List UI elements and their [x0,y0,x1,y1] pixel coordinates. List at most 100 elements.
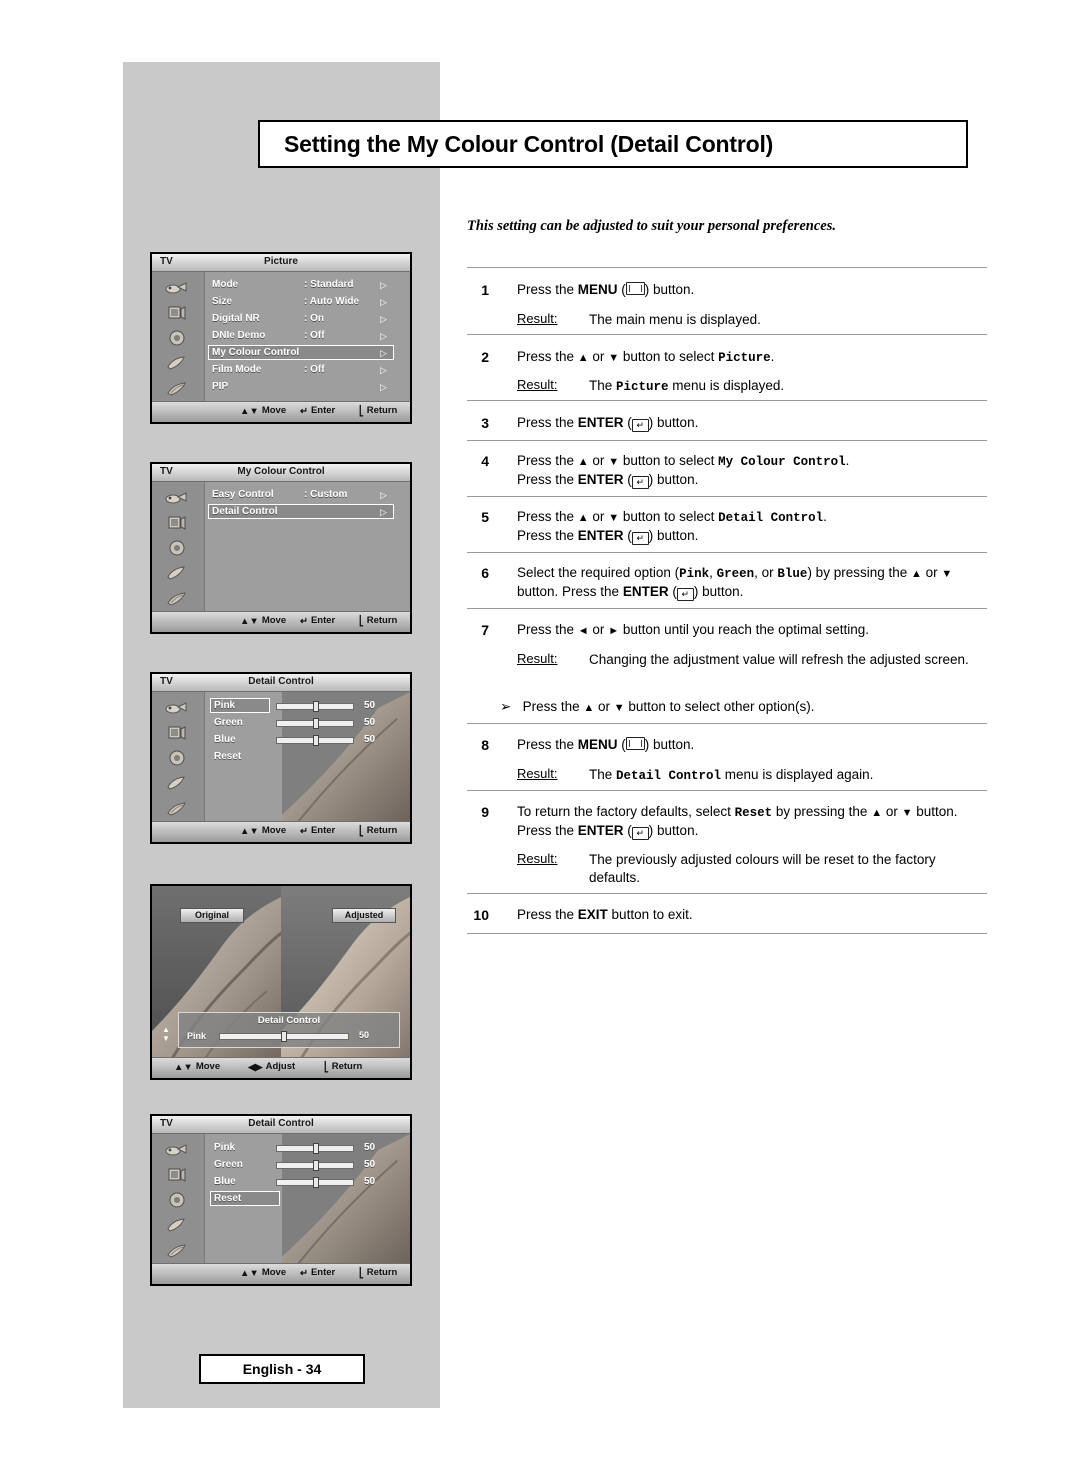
sound-icon[interactable] [164,303,192,325]
step-divider [467,552,987,553]
picture-icon[interactable] [164,278,192,300]
osd-row-label[interactable]: Easy Control [212,489,274,500]
enter-icon: ↵ [300,616,308,627]
photo-osd-title: Detail Control [257,1015,321,1026]
photo-slider-value: 50 [359,1030,370,1040]
picture-icon[interactable] [164,698,192,720]
channel-icon[interactable] [164,538,192,560]
osd-slider-track[interactable] [276,718,354,729]
input-icon[interactable] [164,588,192,610]
osd-footer-enter-label: Enter [310,825,336,836]
input-icon[interactable] [164,798,192,820]
sound-icon[interactable] [164,1165,192,1187]
move-icon: ▲▼ [174,1062,193,1073]
osd-slider-label[interactable]: Green [214,717,243,728]
osd-slider-label[interactable]: Pink [214,700,235,711]
step-number: 1 [481,282,489,298]
osd-row-label[interactable]: Digital NR [212,313,260,324]
osd-slider-label[interactable]: Pink [214,1142,235,1153]
step-result-label: Result: [517,766,558,781]
return-icon: ⎣ [359,1268,364,1279]
step-number: 8 [481,737,489,753]
osd-panel-0: TV Picture Mode : Standard ▷ Size : Auto Wide ▷… [150,252,412,424]
osd-title: Picture [264,256,298,267]
input-icon[interactable] [164,378,192,400]
picture-icon[interactable] [164,488,192,510]
osd-footer-enter-label: Enter [310,1267,336,1278]
osd-footer-move: ▲▼ Move [240,1267,286,1279]
before-after-panel: Original Adjusted Detail Control Pink 50… [150,884,412,1080]
step-text: Press the MENU () button. [517,282,695,297]
osd-icon-column [152,1134,205,1264]
osd-row-label[interactable]: Mode [212,279,238,290]
osd-row-value: : Auto Wide [304,296,360,307]
osd-slider-track[interactable] [276,1143,354,1154]
osd-slider-track[interactable] [276,701,354,712]
osd-row-label[interactable]: Detail Control [212,506,278,517]
manual-page: Setting the My Colour Control (Detail Co… [0,0,1080,1473]
osd-row-arrow-icon: ▷ [380,348,387,358]
osd-row-arrow-icon: ▷ [380,331,387,341]
picture-icon[interactable] [164,1140,192,1162]
osd-row-label[interactable]: Film Mode [212,364,261,375]
osd-slider-label[interactable]: Blue [214,1176,236,1187]
enter-icon: ↵ [300,826,308,837]
setup-icon[interactable] [164,1215,192,1237]
step-result-text: The Detail Control menu is displayed aga… [589,767,874,783]
osd-reset-label[interactable]: Reset [214,751,241,762]
osd-icon-column [152,272,205,402]
setup-icon[interactable] [164,563,192,585]
osd-reset-label[interactable]: Reset [214,1193,241,1204]
osd-title: My Colour Control [237,466,325,477]
osd-panel-2: TV Detail Control Pink 50 Green 50 Blue 50 Reset… [150,672,412,844]
channel-icon[interactable] [164,328,192,350]
osd-slider-knob[interactable] [313,735,319,746]
osd-header: TV Picture [152,254,410,272]
page-title-box: Setting the My Colour Control (Detail Co… [258,120,968,168]
step-number: 9 [481,804,489,820]
input-icon[interactable] [164,1240,192,1262]
osd-slider-track[interactable] [276,1177,354,1188]
osd-slider-knob[interactable] [313,1143,319,1154]
hand-illustration [282,692,410,822]
osd-footer-enter-label: Enter [310,405,336,416]
photo-osd-footer: ▲▼ Move ◀▶ Adjust ⎣ Return [152,1057,410,1078]
osd-slider-knob[interactable] [313,718,319,729]
setup-icon[interactable] [164,353,192,375]
osd-slider-knob[interactable] [313,1177,319,1188]
photo-osd-overlay: Detail Control Pink 50 ▲ ▼ [162,1012,400,1048]
step-result-label: Result: [517,651,558,666]
channel-icon[interactable] [164,1190,192,1212]
step-result-text: The Picture menu is displayed. [589,378,785,394]
step-divider [467,608,987,609]
step-text: Press the ▲ or ▼ button to select Detail… [517,509,827,545]
setup-icon[interactable] [164,773,192,795]
sound-icon[interactable] [164,513,192,535]
photo-slider-knob[interactable] [281,1031,287,1042]
step-divider [467,267,987,268]
osd-row-value: : Standard [304,279,354,290]
osd-header: TV My Colour Control [152,464,410,482]
channel-icon[interactable] [164,748,192,770]
osd-slider-label[interactable]: Blue [214,734,236,745]
photo-slider-track[interactable] [219,1031,349,1042]
osd-slider-knob[interactable] [313,1160,319,1171]
osd-slider-knob[interactable] [313,701,319,712]
osd-row-label[interactable]: My Colour Control [212,347,299,358]
osd-row-label[interactable]: PIP [212,381,228,392]
step-text: Press the ENTER (↵) button. [517,415,699,432]
osd-slider-track[interactable] [276,1160,354,1171]
osd-footer: ▲▼ Move ↵ Enter ⎣ Return [152,401,410,422]
step-divider [467,440,987,441]
step-divider [467,933,987,934]
move-icon: ▲▼ [240,406,259,417]
step-number: 10 [473,907,489,923]
step-result-label: Result: [517,851,558,866]
sound-icon[interactable] [164,723,192,745]
osd-row-label[interactable]: DNIe Demo [212,330,265,341]
osd-row-label[interactable]: Size [212,296,232,307]
osd-slider-label[interactable]: Green [214,1159,243,1170]
osd-slider-value: 50 [364,717,376,728]
osd-footer-enter: ↵ Enter [300,405,335,417]
osd-slider-track[interactable] [276,735,354,746]
